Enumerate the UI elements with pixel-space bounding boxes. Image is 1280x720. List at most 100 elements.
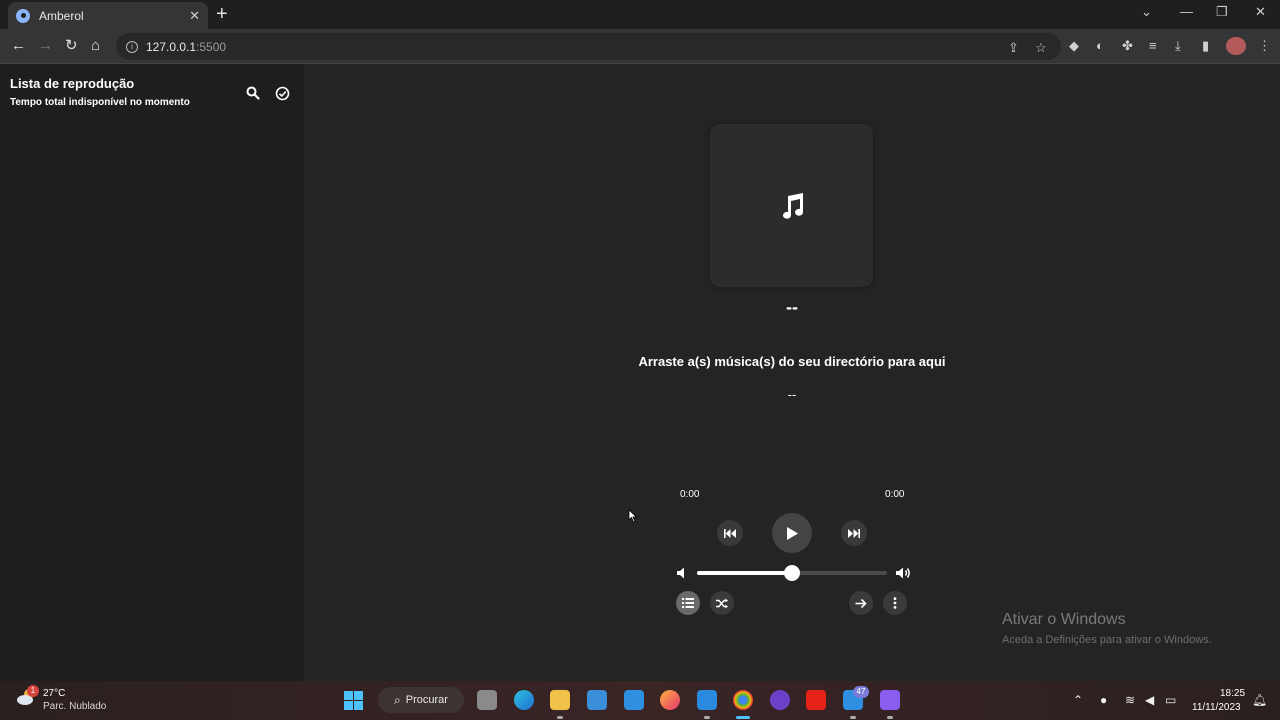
notification-bell-icon[interactable]: 🔔︎ xyxy=(1252,693,1267,707)
extensions-puzzle-icon[interactable]: ✤ xyxy=(1122,38,1133,54)
volume-slider[interactable] xyxy=(697,565,887,581)
clock-time[interactable]: 18:25 xyxy=(1220,688,1245,699)
url-text[interactable]: 127.0.0.1:5500 xyxy=(146,40,226,54)
song-title: -- xyxy=(786,297,798,317)
messaging-running-indicator xyxy=(850,716,856,719)
firefox-icon[interactable] xyxy=(660,690,680,710)
chrome-icon[interactable] xyxy=(733,690,753,710)
back-arrow-icon[interactable]: ← xyxy=(11,37,26,55)
new-tab-button[interactable]: + xyxy=(216,3,228,25)
url-host: 127.0.0.1 xyxy=(146,39,197,54)
shuffle-icon xyxy=(716,598,728,608)
music-note-icon xyxy=(782,192,803,219)
browser-tab-bar: Amberol ✕ + ⌄ — ❐ ✕ xyxy=(0,0,1280,29)
extension-shield-icon[interactable]: ◆ xyxy=(1069,38,1079,54)
profile-avatar[interactable] xyxy=(1226,37,1246,55)
windows-start-icon[interactable] xyxy=(344,691,363,710)
song-album: -- xyxy=(787,387,797,402)
playlist-search-button[interactable] xyxy=(243,83,263,103)
shuffle-button[interactable] xyxy=(710,591,734,615)
previous-track-button[interactable] xyxy=(717,520,743,546)
skip-back-icon xyxy=(724,528,736,538)
tab-title: Amberol xyxy=(39,8,84,23)
activation-watermark-subtitle: Aceda a Definições para ativar o Windows… xyxy=(1002,634,1212,646)
play-icon xyxy=(787,526,798,540)
amberol-app: Lista de reprodução Tempo total indispon… xyxy=(0,64,1280,681)
battery-icon[interactable]: ▭ xyxy=(1165,693,1176,707)
song-artist: Arraste a(s) música(s) do seu directório… xyxy=(638,354,946,369)
edge-icon[interactable] xyxy=(514,690,534,710)
volume-knob[interactable] xyxy=(784,565,800,581)
volume-mute-icon[interactable] xyxy=(675,565,691,581)
app-notification-badge: 47 xyxy=(853,686,869,698)
tray-overflow-chevron-icon[interactable]: ⌃ xyxy=(1073,693,1083,707)
clock-date[interactable]: 11/11/2023 xyxy=(1192,702,1241,713)
browser-tab[interactable]: Amberol ✕ xyxy=(8,2,208,29)
site-info-icon[interactable]: i xyxy=(126,40,138,53)
home-icon[interactable]: ⌂ xyxy=(91,37,100,55)
taskbar-search[interactable]: ⌕ Procurar xyxy=(378,687,464,713)
check-circle-icon xyxy=(275,86,289,100)
playlist-total-time: Tempo total indisponível no momento xyxy=(10,97,190,108)
skip-forward-icon xyxy=(848,528,860,538)
media-queue-icon[interactable]: ≡ xyxy=(1149,38,1157,53)
file-explorer-icon[interactable] xyxy=(550,690,570,710)
more-options-button[interactable] xyxy=(883,591,907,615)
playlist-title: Lista de reprodução xyxy=(10,76,135,91)
wifi-icon[interactable]: ≋ xyxy=(1125,693,1135,707)
search-icon: ⌕ xyxy=(394,692,401,707)
minimize-icon[interactable]: — xyxy=(1180,4,1193,19)
album-cover xyxy=(710,124,873,287)
list-icon xyxy=(682,598,694,608)
windows-taskbar: 1 27°C Parc. Nublado ⌕ Procurar 47 ⌃ ● ≋… xyxy=(0,681,1280,720)
microsoft-store-icon[interactable] xyxy=(587,690,607,710)
play-button[interactable] xyxy=(772,513,812,553)
repeat-mode-button[interactable] xyxy=(849,591,873,615)
download-icon[interactable]: ⤓ xyxy=(1175,38,1181,54)
mail-icon[interactable] xyxy=(624,690,644,710)
volume-high-icon[interactable] xyxy=(895,565,911,581)
playlist-toggle-button[interactable] xyxy=(676,591,700,615)
video-editor-running-indicator xyxy=(887,716,893,719)
next-track-button[interactable] xyxy=(841,520,867,546)
url-port: :5500 xyxy=(196,39,227,54)
reload-icon[interactable]: ↻ xyxy=(65,37,78,55)
playlist-sidebar: Lista de reprodução Tempo total indispon… xyxy=(0,64,304,681)
weather-badge: 1 xyxy=(27,685,39,697)
task-view-icon[interactable] xyxy=(477,690,497,710)
search-icon xyxy=(246,86,260,100)
share-icon[interactable]: ⇪ xyxy=(1008,40,1019,56)
close-window-icon[interactable]: ✕ xyxy=(1255,4,1266,20)
playlist-select-button[interactable] xyxy=(272,83,292,103)
mouse-cursor-icon xyxy=(628,509,638,523)
github-desktop-icon[interactable] xyxy=(770,690,790,710)
address-bar[interactable]: i 127.0.0.1:5500 ⇪ ☆ xyxy=(116,33,1061,60)
maximize-icon[interactable]: ❐ xyxy=(1216,4,1228,20)
youtube-icon[interactable] xyxy=(806,690,826,710)
amberol-favicon-icon xyxy=(16,8,30,23)
elapsed-time: 0:00 xyxy=(680,489,700,500)
tab-close-icon[interactable]: ✕ xyxy=(189,8,200,24)
kebab-menu-icon xyxy=(893,597,897,609)
arrow-right-icon xyxy=(855,598,867,608)
vscode-running-indicator xyxy=(704,716,710,719)
taskbar-search-label: Procurar xyxy=(405,694,448,706)
forward-arrow-icon[interactable]: → xyxy=(38,37,53,55)
video-editor-icon[interactable] xyxy=(880,690,900,710)
browser-toolbar: ← → ↻ ⌂ i 127.0.0.1:5500 ⇪ ☆ ◆ ◐ ✤ ≡ ⤓ ▮… xyxy=(0,29,1280,64)
dark-mode-extension-icon[interactable]: ◐ xyxy=(1096,38,1104,53)
microphone-icon[interactable]: ● xyxy=(1100,693,1107,707)
volume-fill xyxy=(697,571,792,575)
vscode-icon[interactable] xyxy=(697,690,717,710)
bookmark-star-icon[interactable]: ☆ xyxy=(1035,40,1047,56)
weather-description[interactable]: Parc. Nublado xyxy=(43,701,106,712)
explorer-running-indicator xyxy=(557,716,563,719)
chrome-active-indicator xyxy=(736,716,750,719)
remaining-time: 0:00 xyxy=(885,489,905,500)
browser-menu-icon[interactable]: ⋮ xyxy=(1258,38,1271,54)
speaker-icon[interactable]: ◀ xyxy=(1145,693,1154,707)
activation-watermark-title: Ativar o Windows xyxy=(1002,611,1126,628)
tab-search-chevron-icon[interactable]: ⌄ xyxy=(1141,4,1152,20)
side-panel-icon[interactable]: ▮ xyxy=(1202,38,1209,54)
weather-temperature[interactable]: 27°C xyxy=(43,688,65,699)
